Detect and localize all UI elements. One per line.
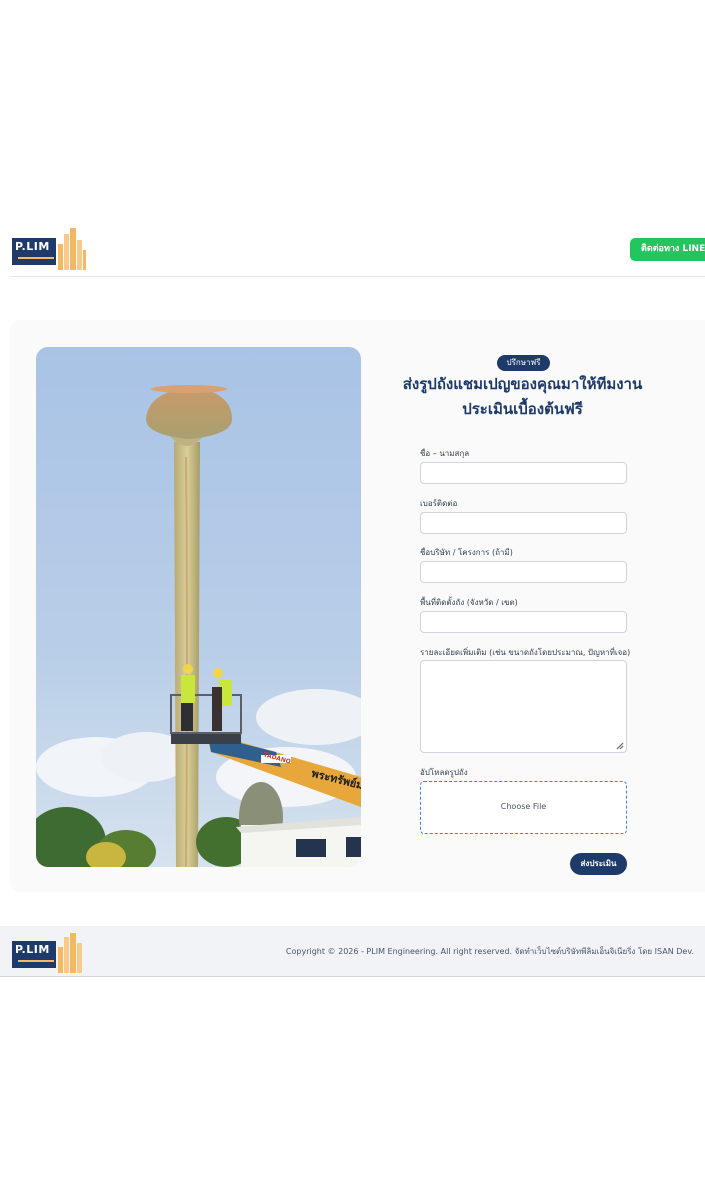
upload-label: อัปโหลดรูปถัง xyxy=(420,768,468,777)
logo-underline xyxy=(18,257,54,259)
upload-dropzone[interactable]: Choose File xyxy=(420,781,627,834)
details-textarea[interactable] xyxy=(420,660,627,753)
name-label: ชื่อ – นามสกุล xyxy=(420,449,470,458)
water-tower-photo: พระทรัพย์ม TADANO xyxy=(36,347,361,867)
water-tower-image xyxy=(36,347,361,867)
site-footer: P.LIM Copyright © 2026 - PLIM Engineerin… xyxy=(0,926,705,977)
location-field[interactable] xyxy=(420,611,627,633)
details-label: รายละเอียดเพิ่มเติม (เช่น ขนาดถังโดยประม… xyxy=(420,648,631,657)
footer-logo-text: P.LIM xyxy=(15,943,50,956)
phone-label: เบอร์ติดต่อ xyxy=(420,499,458,508)
company-field[interactable] xyxy=(420,561,627,583)
form-title-line1: ส่งรูปถังแชมเปญของคุณมาให้ทีมงาน xyxy=(402,375,643,393)
form-title-line2: ประเมินเบื้องต้นฟรี xyxy=(462,400,583,418)
company-label: ชื่อบริษัท / โครงการ (ถ้ามี) xyxy=(420,548,513,557)
header-logo[interactable]: P.LIM xyxy=(12,228,86,270)
phone-field[interactable] xyxy=(420,512,627,534)
footer-logo-underline xyxy=(18,960,54,962)
form-title: ส่งรูปถังแชมเปญของคุณมาให้ทีมงาน ประเมิน… xyxy=(380,372,665,422)
copyright-text: Copyright © 2026 - PLIM Engineering. All… xyxy=(285,947,694,956)
site-header xyxy=(0,222,705,277)
choose-file-button[interactable]: Choose File xyxy=(421,802,626,811)
submit-button[interactable]: ส่งประเมิน xyxy=(570,853,627,875)
logo-text: P.LIM xyxy=(15,240,50,253)
location-label: พื้นที่ติดตั้งถัง (จังหวัด / เขต) xyxy=(420,598,518,607)
resize-handle-icon[interactable] xyxy=(616,742,624,750)
header-divider xyxy=(10,276,705,277)
free-consult-badge: ปรึกษาฟรี xyxy=(497,355,550,371)
name-field[interactable] xyxy=(420,462,627,484)
line-contact-button[interactable]: ติดต่อทาง LINE xyxy=(630,238,705,261)
footer-logo[interactable]: P.LIM xyxy=(12,931,84,973)
